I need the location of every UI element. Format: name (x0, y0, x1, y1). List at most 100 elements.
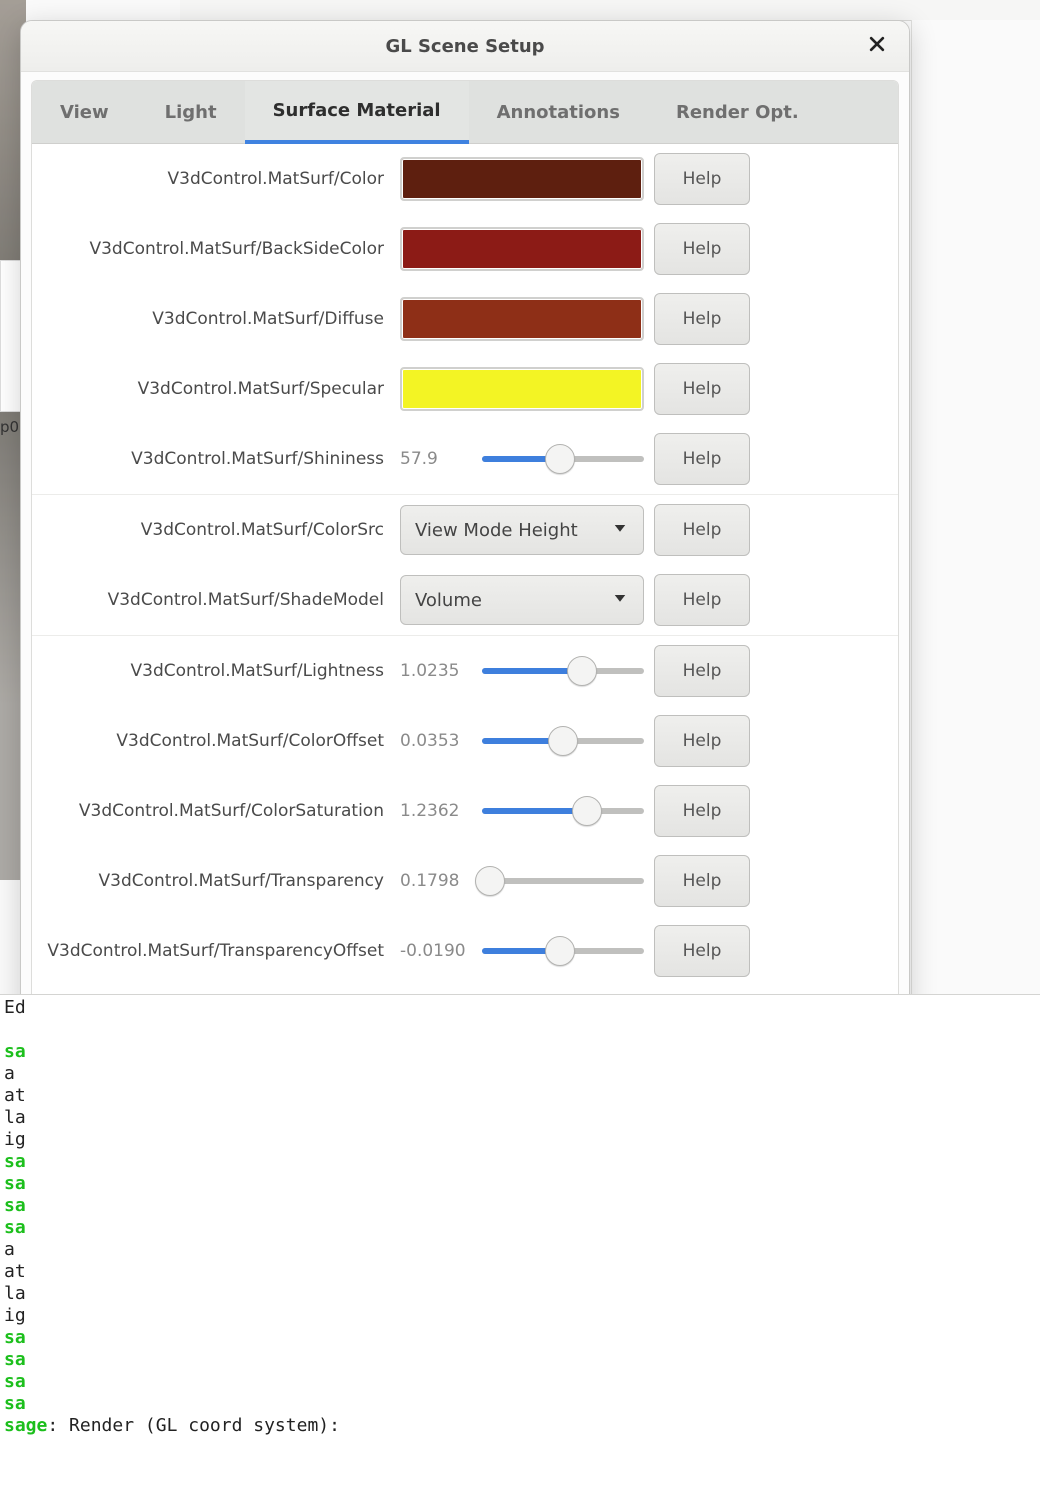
prop-label-transparency: V3dControl.MatSurf/Transparency (40, 871, 390, 891)
prop-label-transpoffset: V3dControl.MatSurf/TransparencyOffset (40, 941, 390, 961)
prop-row-specular: V3dControl.MatSurf/Specular Help (32, 354, 898, 424)
console-line: at (4, 1085, 1036, 1107)
help-button-specular[interactable]: Help (654, 363, 750, 415)
slider-cell-lightness: 1.0235 (400, 655, 644, 687)
console-line (4, 1019, 1036, 1041)
slider-transpoffset[interactable] (482, 935, 644, 967)
console-output: Ed saaatlaigsasasasaaatlaigsasasasasage:… (0, 994, 1040, 1510)
slider-lightness[interactable] (482, 655, 644, 687)
prop-row-shademodel: V3dControl.MatSurf/ShadeModel Volume Help (32, 565, 898, 635)
slider-cell-transparency: 0.1798 (400, 865, 644, 897)
slider-thumb-shininess[interactable] (545, 444, 575, 474)
slider-coloroffset[interactable] (482, 725, 644, 757)
chevron-down-icon (611, 589, 629, 612)
console-line: sa (4, 1349, 1036, 1371)
close-icon (867, 34, 887, 59)
prop-label-colorsrc: V3dControl.MatSurf/ColorSrc (40, 520, 390, 540)
select-shademodel[interactable]: Volume (400, 575, 644, 625)
prop-label-shademodel: V3dControl.MatSurf/ShadeModel (40, 590, 390, 610)
prop-row-lightness: V3dControl.MatSurf/Lightness 1.0235 Help (32, 636, 898, 706)
prop-label-shininess: V3dControl.MatSurf/Shininess (40, 449, 390, 469)
slider-shininess[interactable] (482, 443, 644, 475)
dialog-title: GL Scene Setup (385, 36, 544, 57)
help-button-transpoffset[interactable]: Help (654, 925, 750, 977)
value-lightness: 1.0235 (400, 661, 470, 681)
console-line: a (4, 1239, 1036, 1261)
help-button-lightness[interactable]: Help (654, 645, 750, 697)
color-swatch-diffuse[interactable] (400, 297, 644, 341)
prop-label-lightness: V3dControl.MatSurf/Lightness (40, 661, 390, 681)
console-line: sa (4, 1195, 1036, 1217)
prop-row-color: V3dControl.MatSurf/ColorHelp (32, 144, 898, 214)
help-button-colorsrc[interactable]: Help (654, 504, 750, 556)
help-button-shininess[interactable]: Help (654, 433, 750, 485)
color-swatch-backsidecolor[interactable] (400, 227, 644, 271)
slider-colorsat[interactable] (482, 795, 644, 827)
slider-thumb-lightness[interactable] (567, 656, 597, 686)
prop-row-diffuse: V3dControl.MatSurf/Diffuse Help (32, 284, 898, 354)
prop-row-colorsrc: V3dControl.MatSurf/ColorSrc View Mode Hei… (32, 495, 898, 565)
prop-row-shininess: V3dControl.MatSurf/Shininess 57.9 Help (32, 424, 898, 494)
help-button-transparency[interactable]: Help (654, 855, 750, 907)
slider-transparency[interactable] (482, 865, 644, 897)
console-line: la (4, 1107, 1036, 1129)
console-line: sa (4, 1151, 1036, 1173)
console-line: sa (4, 1371, 1036, 1393)
prop-row-backsidecolor: V3dControl.MatSurf/BackSideColor Help (32, 214, 898, 284)
tabbar: ViewLightSurface MaterialAnnotationsRend… (32, 81, 898, 144)
select-value-colorsrc: View Mode Height (415, 520, 578, 541)
prop-row-coloroffset: V3dControl.MatSurf/ColorOffset 0.0353 Help (32, 706, 898, 776)
console-line: sa (4, 1393, 1036, 1415)
color-swatch-color[interactable] (400, 157, 644, 201)
prop-label-coloroffset: V3dControl.MatSurf/ColorOffset (40, 731, 390, 751)
prop-label-diffuse: V3dControl.MatSurf/Diffuse (40, 309, 390, 329)
color-swatch-specular[interactable] (400, 367, 644, 411)
prop-label-colorsat: V3dControl.MatSurf/ColorSaturation (40, 801, 390, 821)
value-colorsat: 1.2362 (400, 801, 470, 821)
console-line: Ed (4, 997, 1036, 1019)
slider-cell-transpoffset: -0.0190 (400, 935, 644, 967)
prop-row-transparency: V3dControl.MatSurf/Transparency 0.1798 Hel… (32, 846, 898, 916)
help-button-backsidecolor[interactable]: Help (654, 223, 750, 275)
prop-label-specular: V3dControl.MatSurf/Specular (40, 379, 390, 399)
help-button-color[interactable]: Help (654, 153, 750, 205)
console-line: la (4, 1283, 1036, 1305)
tab-render-opt[interactable]: Render Opt. (648, 81, 827, 143)
tab-annotations[interactable]: Annotations (469, 81, 648, 143)
select-value-shademodel: Volume (415, 590, 482, 611)
select-colorsrc[interactable]: View Mode Height (400, 505, 644, 555)
console-line: ig (4, 1305, 1036, 1327)
slider-thumb-transparency[interactable] (475, 866, 505, 896)
console-line: a (4, 1063, 1036, 1085)
console-line: sa (4, 1327, 1036, 1349)
console-line: sa (4, 1173, 1036, 1195)
value-shininess: 57.9 (400, 449, 470, 469)
prop-label-backsidecolor: V3dControl.MatSurf/BackSideColor (40, 239, 390, 259)
console-line: sage: Render (GL coord system): (4, 1415, 1036, 1437)
tab-view[interactable]: View (32, 81, 137, 143)
tab-light[interactable]: Light (137, 81, 245, 143)
help-button-diffuse[interactable]: Help (654, 293, 750, 345)
console-line: sa (4, 1217, 1036, 1239)
chevron-down-icon (611, 519, 629, 542)
close-button[interactable] (859, 28, 895, 64)
slider-thumb-colorsat[interactable] (572, 796, 602, 826)
value-transpoffset: -0.0190 (400, 941, 470, 961)
help-button-coloroffset[interactable]: Help (654, 715, 750, 767)
bg-text: p0 (0, 418, 19, 436)
help-button-colorsat[interactable]: Help (654, 785, 750, 837)
bg-toolbar (180, 0, 1040, 21)
dialog-titlebar[interactable]: GL Scene Setup (21, 21, 909, 72)
prop-row-colorsat: V3dControl.MatSurf/ColorSaturation 1.2362… (32, 776, 898, 846)
console-line: sa (4, 1041, 1036, 1063)
value-coloroffset: 0.0353 (400, 731, 470, 751)
prop-row-transpoffset: V3dControl.MatSurf/TransparencyOffset -0.… (32, 916, 898, 986)
console-line: ig (4, 1129, 1036, 1151)
slider-cell-coloroffset: 0.0353 (400, 725, 644, 757)
value-transparency: 0.1798 (400, 871, 470, 891)
slider-cell-colorsat: 1.2362 (400, 795, 644, 827)
tab-surface-material[interactable]: Surface Material (245, 81, 469, 144)
slider-thumb-coloroffset[interactable] (548, 726, 578, 756)
slider-thumb-transpoffset[interactable] (545, 936, 575, 966)
help-button-shademodel[interactable]: Help (654, 574, 750, 626)
